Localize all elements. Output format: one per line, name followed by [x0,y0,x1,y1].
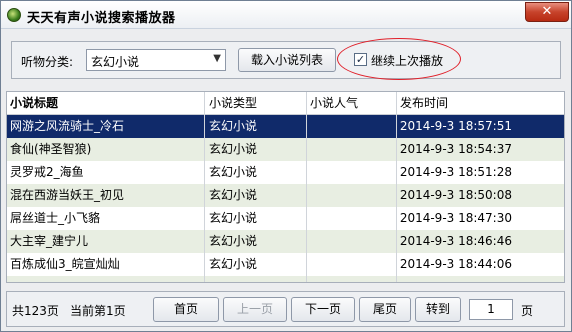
column-divider [204,230,205,253]
chevron-down-icon[interactable]: ▼ [213,53,221,64]
column-divider [306,138,307,161]
cell-title: 食仙(神圣智狼) [10,142,92,156]
annotation-circle [337,38,461,80]
column-divider [204,115,205,138]
cell-title: 灵罗戒2_海鱼 [10,165,84,179]
cell-title: 百炼成仙3_皖宣灿灿 [10,257,120,271]
cell-popularity [310,230,396,253]
column-divider [396,276,397,282]
column-divider [306,115,307,138]
column-divider[interactable] [204,92,205,115]
cell-type: 玄幻小说 [209,119,258,133]
column-divider [396,115,397,138]
column-divider [396,253,397,276]
column-divider [306,161,307,184]
cell-title: 屌丝道士_小飞貉 [10,211,101,225]
column-divider [396,184,397,207]
column-divider[interactable] [396,92,397,115]
cell-time: 2014-9-3 18:50:08 [399,188,512,202]
column-divider [396,230,397,253]
column-divider [204,276,205,282]
table-row[interactable]: 网游之风流骑士_冷石 玄幻小说 2014-9-3 18:57:51 [7,115,564,138]
category-value: 玄幻小说 [91,55,140,69]
cell-popularity [310,253,396,276]
column-divider [204,184,205,207]
column-divider [204,207,205,230]
cell-popularity [310,276,396,282]
cell-type: 玄幻小说 [209,234,258,248]
title-bar: 天天有声小说搜索播放器 ✕ [1,1,571,29]
filter-toolbar: 听物分类: 玄幻小说 ▼ 载入小说列表 ✓ 继续上次播放 [11,38,561,80]
cell-type: 玄幻小说 [209,211,258,225]
close-button[interactable]: ✕ [525,2,569,22]
table-header: 小说标题 小说类型 小说人气 发布时间 [7,92,564,115]
table-row[interactable]: 灵罗戒2_海鱼 玄幻小说 2014-9-3 18:51:28 [7,161,564,184]
page-unit-label: 页 [521,304,534,318]
column-divider [306,207,307,230]
column-divider[interactable] [306,92,307,115]
column-divider [396,207,397,230]
next-page-button[interactable]: 下一页 [291,297,355,322]
cell-popularity [310,207,396,230]
cell-title: 网游之风流骑士_冷石 [10,119,125,133]
cell-time: 2014-9-3 18:46:46 [399,234,512,248]
novel-table: 小说标题 小说类型 小说人气 发布时间 网游之风流骑士_冷石 玄幻小说 2014-9… [6,91,565,283]
category-select[interactable]: 玄幻小说 ▼ [86,49,226,71]
table-row[interactable]: 混在西游当妖王_初见 玄幻小说 2014-9-3 18:50:08 [7,184,564,207]
cell-type [209,276,305,282]
table-row[interactable]: 食仙(神圣智狼) 玄幻小说 2014-9-3 18:54:37 [7,138,564,161]
category-label: 听物分类: [21,55,74,69]
table-row[interactable]: 百炼成仙3_皖宣灿灿 玄幻小说 2014-9-3 18:44:06 [7,253,564,276]
page-total: 共123页 [12,304,59,318]
column-divider [306,253,307,276]
column-header-type[interactable]: 小说类型 [209,92,305,115]
first-page-button[interactable]: 首页 [153,297,219,322]
cell-time: 2014-9-3 18:51:28 [399,165,512,179]
page-current: 当前第1页 [70,304,126,318]
column-divider [306,230,307,253]
column-divider [204,161,205,184]
app-window: 天天有声小说搜索播放器 ✕ 听物分类: 玄幻小说 ▼ 载入小说列表 ✓ 继续上次… [0,0,572,332]
cell-type: 玄幻小说 [209,142,258,156]
column-header-time[interactable]: 发布时间 [400,92,560,115]
page-number-input[interactable]: 1 [469,299,513,320]
column-divider [204,253,205,276]
column-header-title[interactable]: 小说标题 [10,92,202,115]
cell-time: 2014-9-3 18:44:06 [399,257,512,271]
prev-page-button[interactable]: 上一页 [223,297,287,322]
table-row[interactable] [7,276,564,282]
window-title: 天天有声小说搜索播放器 [27,11,176,26]
cell-type: 玄幻小说 [209,257,258,271]
cell-popularity [310,184,396,207]
column-header-popularity[interactable]: 小说人气 [310,92,396,115]
goto-page-button[interactable]: 转到 [415,297,461,322]
column-divider [306,184,307,207]
cell-time: 2014-9-3 18:57:51 [399,119,512,133]
cell-popularity [310,115,396,138]
app-logo-icon [7,8,21,22]
cell-time [397,276,557,282]
column-divider [306,276,307,282]
cell-type: 玄幻小说 [209,165,258,179]
cell-time: 2014-9-3 18:47:30 [399,211,512,225]
cell-popularity [310,161,396,184]
column-divider [204,138,205,161]
column-divider [396,138,397,161]
cell-title [10,276,202,282]
column-divider [396,161,397,184]
cell-type: 玄幻小说 [209,188,258,202]
last-page-button[interactable]: 尾页 [359,297,411,322]
table-row[interactable]: 大主宰_建宁儿 玄幻小说 2014-9-3 18:46:46 [7,230,564,253]
table-row[interactable]: 屌丝道士_小飞貉 玄幻小说 2014-9-3 18:47:30 [7,207,564,230]
cell-title: 大主宰_建宁儿 [10,234,89,248]
cell-time: 2014-9-3 18:54:37 [399,142,512,156]
load-list-button[interactable]: 载入小说列表 [238,48,336,72]
cell-popularity [310,138,396,161]
cell-title: 混在西游当妖王_初见 [10,188,125,202]
pagination-bar: 共123页 当前第1页 首页 上一页 下一页 尾页 转到 1 页 [6,291,565,327]
